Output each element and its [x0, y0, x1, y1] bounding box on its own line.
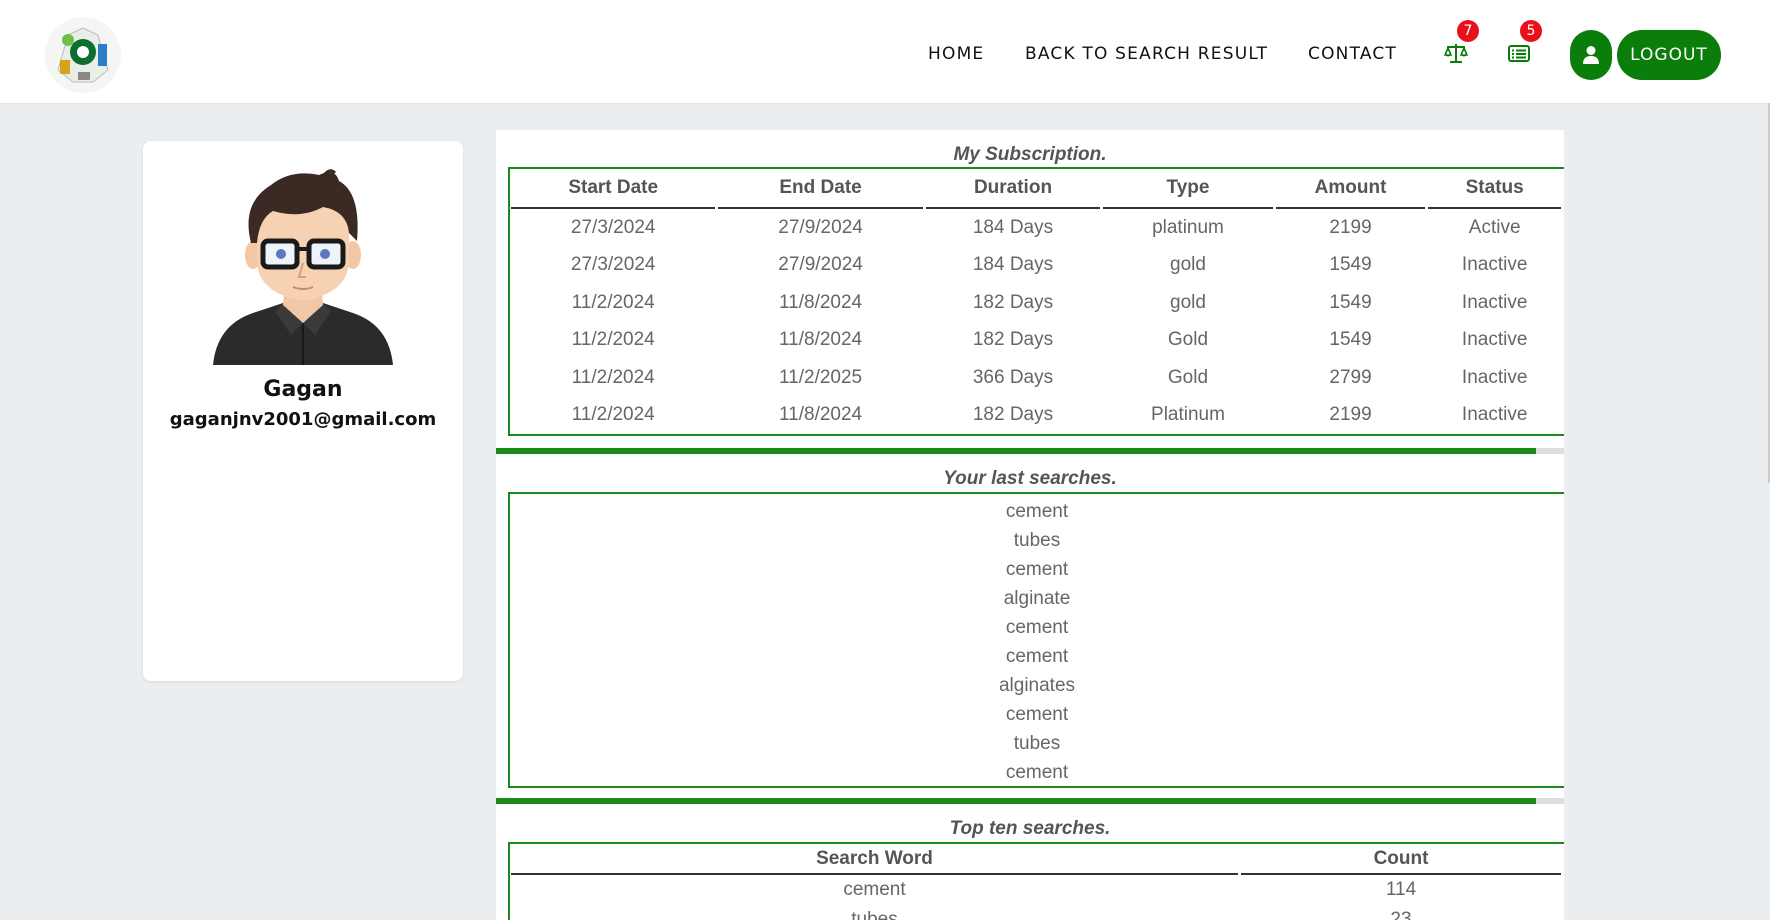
duration-cell: 366 Days	[972, 366, 1054, 388]
duration-cell: 182 Days	[972, 291, 1054, 313]
subscription-table-box: Start Date End Date Duration Type Amount…	[508, 167, 1564, 436]
end-date-cell: 11/8/2024	[779, 291, 863, 313]
table-row: tubes 23	[511, 905, 1561, 920]
duration-cell: 182 Days	[972, 329, 1054, 351]
last-searches-box: cement tubes cement alginate cement ceme…	[508, 492, 1564, 788]
last-searches-panel: Your last searches. cement tubes cement …	[496, 454, 1564, 798]
last-searches-title: Your last searches.	[943, 468, 1117, 489]
status-cell: Active	[1468, 216, 1521, 238]
amount-cell: 1549	[1329, 254, 1372, 276]
amount-cell: 2199	[1329, 216, 1372, 238]
header-amount: Amount	[1275, 169, 1426, 209]
amount-cell: 1549	[1329, 329, 1372, 351]
status-cell: Inactive	[1461, 404, 1528, 426]
header-duration: Duration	[925, 169, 1101, 209]
search-word-cell: cement	[843, 879, 906, 900]
start-date-cell: 27/3/2024	[570, 254, 656, 276]
table-row: cement 114	[511, 875, 1561, 905]
count-cell: 23	[1390, 909, 1412, 920]
compare-count-badge: 7	[1457, 20, 1479, 42]
site-logo[interactable]	[38, 10, 128, 100]
subscription-table: Start Date End Date Duration Type Amount…	[508, 169, 1564, 434]
top-searches-panel: Top ten searches. Search Word Count ceme…	[496, 804, 1564, 920]
status-cell: Inactive	[1461, 329, 1528, 351]
table-row: 11/2/2024 11/8/2024 182 Days gold 1549 I…	[511, 284, 1561, 322]
type-cell: platinum	[1152, 216, 1224, 238]
table-row: 11/2/2024 11/8/2024 182 Days Platinum 21…	[511, 397, 1561, 435]
header-count: Count	[1241, 844, 1561, 875]
user-profile-button[interactable]	[1570, 30, 1612, 80]
list-item: cement	[1005, 646, 1069, 667]
list-item: cement	[1005, 762, 1069, 783]
list-item: tubes	[1013, 733, 1061, 754]
list-item: alginates	[998, 675, 1076, 696]
type-cell: gold	[1170, 254, 1206, 276]
end-date-cell: 11/2/2025	[779, 366, 863, 388]
table-row: 11/2/2024 11/2/2025 366 Days Gold 2799 I…	[511, 359, 1561, 397]
start-date-cell: 11/2/2024	[571, 366, 655, 388]
top-searches-title: Top ten searches.	[949, 818, 1111, 839]
amount-cell: 2199	[1329, 404, 1372, 426]
duration-cell: 184 Days	[972, 254, 1054, 276]
header-search-word: Search Word	[511, 844, 1238, 875]
nav-home-link[interactable]: HOME	[928, 44, 984, 64]
list-item: cement	[1005, 559, 1069, 580]
header-type: Type	[1103, 169, 1273, 209]
type-cell: Platinum	[1151, 404, 1225, 426]
list-item: tubes	[1013, 530, 1061, 551]
list-item: alginate	[1003, 588, 1071, 609]
duration-cell: 184 Days	[972, 216, 1054, 238]
nav-contact-link[interactable]: CONTACT	[1308, 44, 1397, 64]
subscription-title: My Subscription.	[953, 144, 1107, 165]
list-item: cement	[1005, 617, 1069, 638]
end-date-cell: 11/8/2024	[779, 404, 863, 426]
status-cell: Inactive	[1461, 254, 1528, 276]
top-searches-header-row: Search Word Count	[511, 844, 1561, 875]
subscription-header-row: Start Date End Date Duration Type Amount…	[511, 169, 1561, 209]
table-row: 27/3/2024 27/9/2024 184 Days platinum 21…	[511, 209, 1561, 247]
type-cell: Gold	[1167, 366, 1209, 388]
amount-cell: 2799	[1329, 366, 1372, 388]
list-count-badge: 5	[1520, 20, 1542, 42]
table-row: 27/3/2024 27/9/2024 184 Days gold 1549 I…	[511, 247, 1561, 285]
header-start-date: Start Date	[511, 169, 716, 209]
compare-button[interactable]	[1443, 42, 1469, 64]
balance-scale-icon	[1443, 44, 1469, 63]
top-navbar: HOME BACK TO SEARCH RESULT CONTACT 7 5 L…	[0, 0, 1770, 104]
start-date-cell: 27/3/2024	[570, 216, 656, 238]
subscription-panel: My Subscription. Start Date End Date Dur…	[496, 130, 1564, 448]
top-searches-box: Search Word Count cement 114 tubes 23	[508, 842, 1564, 920]
nav-back-to-search-link[interactable]: BACK TO SEARCH RESULT	[1025, 44, 1268, 64]
start-date-cell: 11/2/2024	[571, 404, 655, 426]
profile-name: Gagan	[263, 377, 343, 402]
status-cell: Inactive	[1461, 366, 1528, 388]
top-searches-table: Search Word Count cement 114 tubes 23	[508, 844, 1564, 920]
header-end-date: End Date	[718, 169, 923, 209]
type-cell: gold	[1170, 291, 1206, 313]
logout-button[interactable]: LOGOUT	[1617, 30, 1721, 80]
list-icon	[1508, 45, 1530, 62]
list-item: cement	[1005, 704, 1069, 725]
header-status: Status	[1428, 169, 1561, 209]
start-date-cell: 11/2/2024	[571, 329, 655, 351]
list-item: cement	[1005, 501, 1069, 522]
last-searches-list: cement tubes cement alginate cement ceme…	[510, 494, 1564, 787]
table-row: 11/2/2024 11/8/2024 182 Days Gold 1549 I…	[511, 322, 1561, 360]
end-date-cell: 27/9/2024	[778, 216, 863, 238]
duration-cell: 182 Days	[972, 404, 1054, 426]
profile-email: gaganjnv2001@gmail.com	[169, 409, 437, 430]
avatar	[211, 163, 395, 365]
user-icon	[1583, 46, 1599, 64]
status-cell: Inactive	[1461, 291, 1528, 313]
end-date-cell: 11/8/2024	[779, 329, 863, 351]
profile-card: Gagan gaganjnv2001@gmail.com	[143, 141, 463, 681]
count-cell: 114	[1385, 879, 1417, 900]
search-word-cell: tubes	[851, 909, 898, 920]
amount-cell: 1549	[1329, 291, 1372, 313]
list-button[interactable]	[1507, 42, 1531, 64]
start-date-cell: 11/2/2024	[571, 291, 655, 313]
end-date-cell: 27/9/2024	[778, 254, 863, 276]
type-cell: Gold	[1167, 329, 1209, 351]
